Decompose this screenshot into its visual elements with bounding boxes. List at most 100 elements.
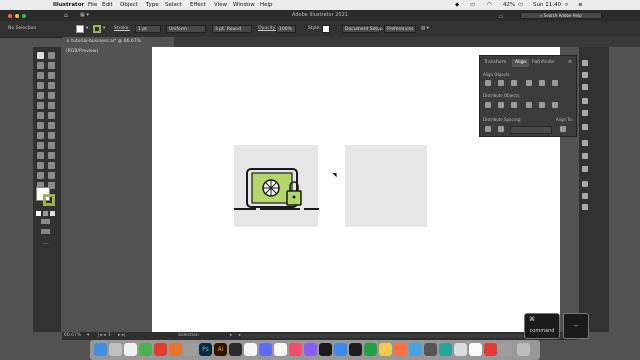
screen-mode-icon[interactable] [41, 229, 50, 234]
finder-icon[interactable] [94, 343, 107, 356]
eyedropper-tool-icon[interactable] [48, 152, 55, 159]
downloads-folder-icon[interactable] [499, 343, 512, 356]
distribute-top-icon[interactable] [485, 102, 491, 108]
battery-icon[interactable]: ▭ [518, 0, 523, 10]
color-guide-panel-icon[interactable] [582, 153, 588, 159]
dropbox-icon[interactable]: ◆ [455, 0, 459, 10]
podcasts-icon[interactable] [304, 343, 317, 356]
align-top-icon[interactable] [526, 80, 532, 86]
clock[interactable]: Sun 11:40 [533, 0, 561, 10]
terminal-icon[interactable] [349, 343, 362, 356]
menu-effect[interactable]: Effect [190, 0, 206, 10]
panel-menu-icon[interactable]: ≡ [568, 59, 572, 65]
menu-help[interactable]: Help [260, 0, 273, 10]
stroke-label[interactable]: Stroke: [114, 25, 130, 33]
apple-tv-icon[interactable] [319, 343, 332, 356]
artwork-tile-2[interactable] [345, 145, 427, 227]
stroke-swatch[interactable] [93, 25, 101, 33]
width-tool-icon[interactable] [48, 122, 55, 129]
symbols-panel-icon[interactable] [582, 124, 588, 130]
maps-icon[interactable] [439, 343, 452, 356]
pencil-tool-icon[interactable] [48, 102, 55, 109]
distribute-left-icon[interactable] [526, 102, 532, 108]
chrome-icon[interactable] [139, 343, 152, 356]
align-vertical-center-icon[interactable] [539, 80, 545, 86]
artboards-panel-icon[interactable] [582, 204, 588, 210]
appearance-panel-icon[interactable] [582, 181, 588, 187]
illustrator-icon[interactable]: Ai [214, 343, 227, 356]
align-right-icon[interactable] [511, 80, 517, 86]
firefox-icon[interactable] [169, 343, 182, 356]
launchpad-icon[interactable] [109, 343, 122, 356]
stroke-dropdown-icon[interactable]: ▾ [103, 25, 105, 33]
none-mode-button[interactable] [50, 211, 55, 216]
distribute-vertical-center-icon[interactable] [498, 102, 504, 108]
color-panel-icon[interactable] [582, 140, 588, 146]
reminders-icon[interactable] [469, 343, 482, 356]
fill-swatch[interactable] [76, 25, 84, 33]
color-mode-button[interactable] [36, 211, 41, 216]
edit-toolbar-icon[interactable]: ··· [43, 241, 49, 248]
perspective-grid-tool-icon[interactable] [37, 142, 44, 149]
window-minimize-button[interactable] [15, 14, 19, 18]
tab-pathfinder[interactable]: Pathfinder [529, 59, 558, 67]
brush-definition[interactable]: 3 pt. Round [212, 25, 252, 33]
curvature-tool-icon[interactable] [48, 72, 55, 79]
gradient-mode-button[interactable] [43, 211, 48, 216]
properties-panel-icon[interactable] [582, 60, 588, 66]
distribute-bottom-icon[interactable] [511, 102, 517, 108]
layers-panel-icon[interactable] [582, 72, 588, 78]
pen-tool-icon[interactable] [37, 72, 44, 79]
tab-align[interactable]: Align [512, 59, 530, 67]
window-close-button[interactable] [8, 14, 12, 18]
safari-icon[interactable] [124, 343, 137, 356]
final-cut-icon[interactable] [229, 343, 242, 356]
graphic-styles-panel-icon[interactable] [582, 193, 588, 199]
stroke-color-box[interactable] [43, 194, 55, 206]
control-center-icon[interactable]: ≡ [578, 0, 583, 10]
menu-app-name[interactable]: Illustrator [53, 0, 84, 10]
menu-select[interactable]: Select [165, 0, 182, 10]
type-tool-icon[interactable] [37, 82, 44, 89]
artboard-nav-icon[interactable]: |◂ ◂ [98, 332, 105, 340]
draw-mode-icon[interactable] [41, 219, 50, 224]
paintbrush-tool-icon[interactable] [48, 92, 55, 99]
trash-icon[interactable] [517, 343, 530, 356]
document-tab[interactable]: × tutorial-business.ai* @ 66.67% (RGB/Pr… [62, 37, 174, 54]
status-arrow-icon[interactable]: ▸ [230, 332, 232, 340]
menu-file[interactable]: File [88, 0, 97, 10]
notes-icon[interactable] [379, 343, 392, 356]
word-icon[interactable] [409, 343, 422, 356]
blend-tool-icon[interactable] [37, 162, 44, 169]
shaper-tool-icon[interactable] [37, 102, 44, 109]
spacing-field[interactable] [510, 126, 552, 134]
align-bottom-icon[interactable] [552, 80, 558, 86]
battery-percent[interactable]: 42% [503, 0, 515, 10]
stroke-weight-field[interactable]: 1 pt [135, 25, 161, 33]
shape-builder-tool-icon[interactable] [48, 132, 55, 139]
rotate-tool-icon[interactable] [48, 112, 55, 119]
keynote-icon[interactable] [259, 343, 272, 356]
eraser-tool-icon[interactable] [37, 112, 44, 119]
zoom-dropdown-icon[interactable]: ▾ [87, 332, 89, 340]
align-horizontal-center-icon[interactable] [498, 80, 504, 86]
distribute-right-icon[interactable] [552, 102, 558, 108]
opacity-label[interactable]: Opacity: [258, 25, 277, 33]
system-preferences-icon[interactable] [184, 343, 197, 356]
menu-view[interactable]: View [214, 0, 227, 10]
document-setup-button[interactable]: Document Setup [342, 25, 383, 33]
distribute-horizontal-center-icon[interactable] [539, 102, 545, 108]
text-edit-icon[interactable] [274, 343, 287, 356]
stroke-panel-icon[interactable] [582, 166, 588, 172]
menu-window[interactable]: Window [233, 0, 255, 10]
help-search-input[interactable]: ⌕ Search Adobe Help [520, 12, 602, 19]
artboard-tool-icon[interactable] [48, 172, 55, 179]
music-icon[interactable] [289, 343, 302, 356]
symbol-sprayer-tool-icon[interactable] [48, 162, 55, 169]
display-icon[interactable]: ▭ [470, 0, 475, 10]
home-icon[interactable]: ⌂ [64, 10, 68, 21]
line-tool-icon[interactable] [48, 82, 55, 89]
app-store-icon[interactable] [334, 343, 347, 356]
workspace-switcher-icon[interactable]: ▭ [497, 12, 505, 20]
photoshop-icon[interactable]: Ps [199, 343, 212, 356]
